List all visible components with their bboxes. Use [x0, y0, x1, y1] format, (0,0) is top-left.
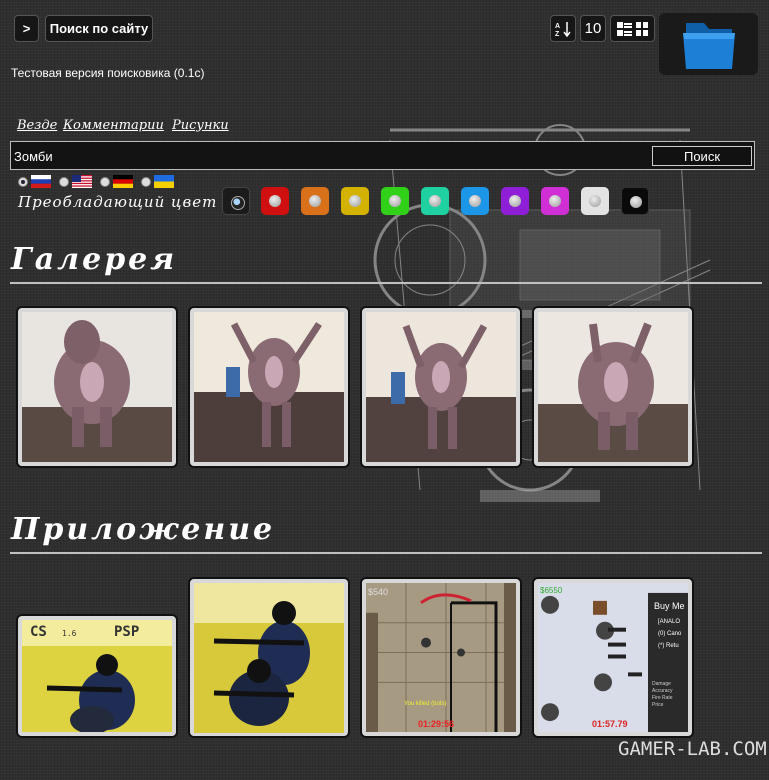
search-bar: Поиск [10, 141, 755, 170]
gallery-thumbnail-1[interactable] [16, 306, 178, 468]
search-button[interactable]: Поиск [652, 146, 752, 166]
search-version-text: Тестовая версия поисковика (0.1с) [11, 66, 205, 80]
color-swatch-teal[interactable] [421, 187, 449, 215]
zombie-figure-photo [22, 312, 172, 462]
color-swatch-orange[interactable] [301, 187, 329, 215]
sort-button[interactable]: A Z [550, 15, 576, 42]
folder-icon [683, 23, 735, 69]
color-swatch-purple[interactable] [501, 187, 529, 215]
money-readout: $540 [368, 587, 389, 597]
color-swatch-any[interactable] [222, 187, 250, 215]
scope-link-everywhere[interactable]: Везде [17, 118, 57, 133]
kill-feed-text: You killed (bots) [404, 701, 447, 707]
round-timer: 01:29:56 [418, 719, 455, 729]
folder-button[interactable] [659, 13, 758, 75]
game-map-image [366, 583, 516, 732]
expand-arrow-button[interactable]: > [14, 15, 39, 42]
app-thumbnail-1[interactable]: CS 1.6 PSP [16, 614, 178, 738]
money-readout: $6550 [540, 586, 563, 595]
apps-divider [10, 552, 762, 554]
color-swatch-blue[interactable] [461, 187, 489, 215]
color-swatch-red[interactable] [261, 187, 289, 215]
language-radio-us[interactable] [59, 177, 69, 187]
cs-mobile-screenshot-1: $540 You killed (bots) 01:29:56 [366, 583, 516, 732]
color-swatch-green[interactable] [381, 187, 409, 215]
buy-menu-item: [ANALO [658, 619, 681, 625]
view-layout-icon [616, 21, 648, 36]
svg-text:Z: Z [555, 31, 560, 38]
zombie-figure-photo [538, 312, 688, 462]
app-thumbnail-2[interactable] [188, 577, 350, 738]
stat-label: Damage [652, 681, 671, 687]
gallery-thumbnail-2[interactable] [188, 306, 350, 468]
color-swatch-yellow[interactable] [341, 187, 369, 215]
round-timer: 01:57.79 [592, 719, 628, 729]
language-radio-de[interactable] [100, 177, 110, 187]
cs-psp-cover: CS 1.6 PSP [22, 620, 172, 732]
color-swatch-black[interactable] [621, 187, 649, 215]
zombie-figure-photo [194, 312, 344, 462]
flag-de-icon [113, 175, 133, 188]
color-swatch-magenta[interactable] [541, 187, 569, 215]
cover-overlay-version: 1.6 [62, 629, 77, 638]
cover-overlay-cs: CS [30, 624, 47, 640]
language-radio-ua[interactable] [141, 177, 151, 187]
svg-text:A: A [555, 23, 560, 30]
stat-label: Price [652, 702, 664, 708]
site-watermark: GAMER-LAB.COM [618, 738, 767, 760]
flag-us-icon [72, 175, 92, 188]
view-layout-button[interactable] [610, 15, 655, 42]
stat-label: Fire Rate [652, 695, 673, 701]
sort-az-icon: A Z [555, 21, 571, 38]
results-count-button[interactable]: 10 [580, 15, 606, 42]
app-thumbnail-3[interactable]: $540 You killed (bots) 01:29:56 [360, 577, 522, 738]
color-swatch-white[interactable] [581, 187, 609, 215]
language-radio-ru[interactable] [18, 177, 28, 187]
cs-soldiers-art [194, 583, 344, 733]
buy-menu-item: (0) Cano [658, 631, 682, 637]
zombie-figure-photo [366, 312, 516, 462]
gallery-divider [10, 282, 762, 284]
scope-link-comments[interactable]: Комментарии [63, 118, 164, 133]
flag-ua-icon [154, 175, 174, 188]
cs-mobile-screenshot-2: $6550 Buy Me [ANALO (0) Cano (*) Retu Da… [538, 583, 688, 732]
buy-menu-item: (*) Retu [658, 643, 679, 649]
search-input[interactable] [12, 146, 616, 166]
flag-ru-icon [31, 175, 51, 188]
apps-heading: Приложение [11, 512, 276, 547]
buy-menu-title: Buy Me [654, 601, 685, 611]
gallery-heading: Галерея [11, 242, 178, 277]
scope-link-pictures[interactable]: Рисунки [172, 118, 229, 133]
gallery-thumbnail-3[interactable] [360, 306, 522, 468]
stat-label: Accuracy [652, 688, 673, 694]
cover-overlay-psp: PSP [114, 624, 140, 640]
dominant-color-label: Преобладающий цвет : [18, 193, 230, 211]
gallery-thumbnail-4[interactable] [532, 306, 694, 468]
site-search-button[interactable]: Поиск по сайту [45, 15, 153, 42]
app-thumbnail-4[interactable]: $6550 Buy Me [ANALO (0) Cano (*) Retu Da… [532, 577, 694, 738]
